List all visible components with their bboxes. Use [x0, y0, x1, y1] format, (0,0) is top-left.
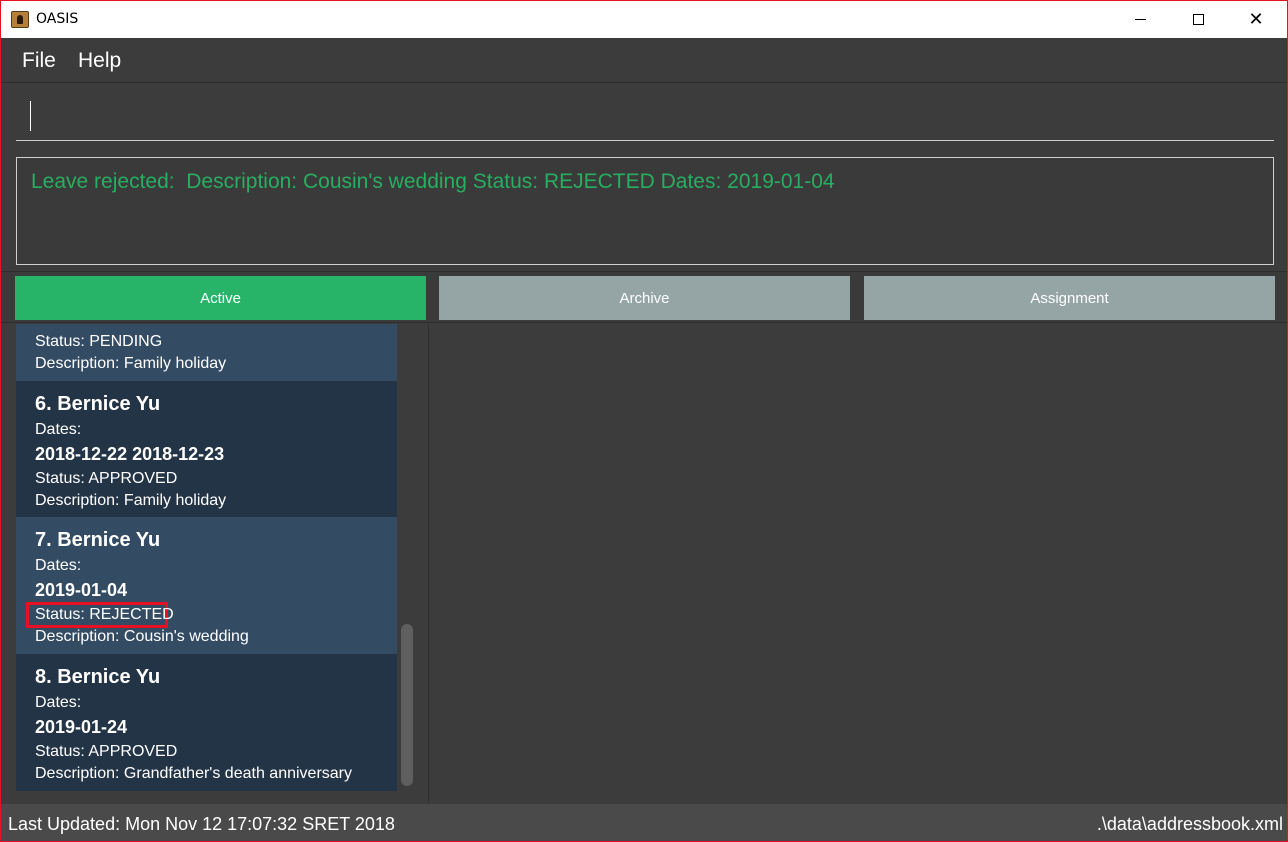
menu-bar: File Help: [1, 38, 1287, 83]
list-item[interactable]: Status: PENDING Description: Family holi…: [16, 324, 397, 381]
result-message: Leave rejected: Description: Cousin's we…: [31, 170, 835, 193]
window-title: OASIS: [36, 11, 79, 27]
file-path-text: .\data\addressbook.xml: [1096, 814, 1283, 834]
tab-archive[interactable]: Archive: [439, 276, 850, 320]
leave-heading: 8. Bernice Yu: [35, 666, 161, 688]
minimize-icon: [1134, 19, 1146, 20]
title-bar[interactable]: OASIS ✕: [1, 1, 1287, 38]
app-window: OASIS ✕ File Help Leave rejected: Descri…: [0, 0, 1288, 842]
minimize-button[interactable]: [1111, 1, 1169, 38]
leave-dates-label: Dates:: [35, 557, 82, 574]
leave-description: Description: Cousin's wedding: [35, 628, 249, 645]
leave-status: Status: APPROVED: [35, 743, 178, 760]
last-updated-text: Last Updated: Mon Nov 12 17:07:32 SRET 2…: [8, 814, 395, 834]
maximize-button[interactable]: [1169, 1, 1227, 38]
leave-list[interactable]: Status: PENDING Description: Family holi…: [1, 324, 429, 803]
result-display[interactable]: Leave rejected: Description: Cousin's we…: [16, 157, 1274, 265]
menu-file[interactable]: File: [22, 49, 56, 73]
contacts-book-icon: [11, 11, 29, 28]
leave-heading: 7. Bernice Yu: [35, 529, 161, 551]
tab-bar: Active Archive Assignment: [1, 271, 1287, 323]
close-icon: ✕: [1248, 8, 1264, 30]
list-item-selected[interactable]: 7. Bernice Yu Dates: 2019-01-04 Status: …: [16, 517, 397, 654]
list-scrollbar[interactable]: [398, 324, 416, 803]
text-caret: [30, 101, 31, 131]
leave-status: Status: PENDING: [35, 333, 163, 350]
command-input[interactable]: [16, 91, 1274, 139]
maximize-icon: [1192, 14, 1204, 25]
detail-panel: [430, 324, 1287, 803]
leave-heading: 6. Bernice Yu: [35, 393, 161, 415]
leave-dates: 2018-12-22 2018-12-23: [35, 444, 225, 464]
leave-dates: 2019-01-24: [35, 717, 128, 737]
leave-description: Description: Family holiday: [35, 492, 227, 509]
list-item[interactable]: 6. Bernice Yu Dates: 2018-12-22 2018-12-…: [16, 381, 397, 517]
tab-active[interactable]: Active: [15, 276, 426, 320]
scrollbar-thumb[interactable]: [401, 624, 413, 786]
leave-status: Status: APPROVED: [35, 470, 178, 487]
leave-description: Description: Grandfather's death anniver…: [35, 765, 352, 782]
command-box: [16, 91, 1274, 141]
leave-dates-label: Dates:: [35, 694, 82, 711]
status-bar: Last Updated: Mon Nov 12 17:07:32 SRET 2…: [1, 804, 1287, 841]
tab-assignment[interactable]: Assignment: [864, 276, 1275, 320]
list-item[interactable]: 8. Bernice Yu Dates: 2019-01-24 Status: …: [16, 654, 397, 791]
close-button[interactable]: ✕: [1227, 1, 1285, 38]
leave-status: Status: REJECTED: [35, 606, 174, 623]
menu-help[interactable]: Help: [78, 49, 121, 73]
leave-description: Description: Family holiday: [35, 355, 227, 372]
leave-dates-label: Dates:: [35, 421, 82, 438]
leave-dates: 2019-01-04: [35, 580, 128, 600]
